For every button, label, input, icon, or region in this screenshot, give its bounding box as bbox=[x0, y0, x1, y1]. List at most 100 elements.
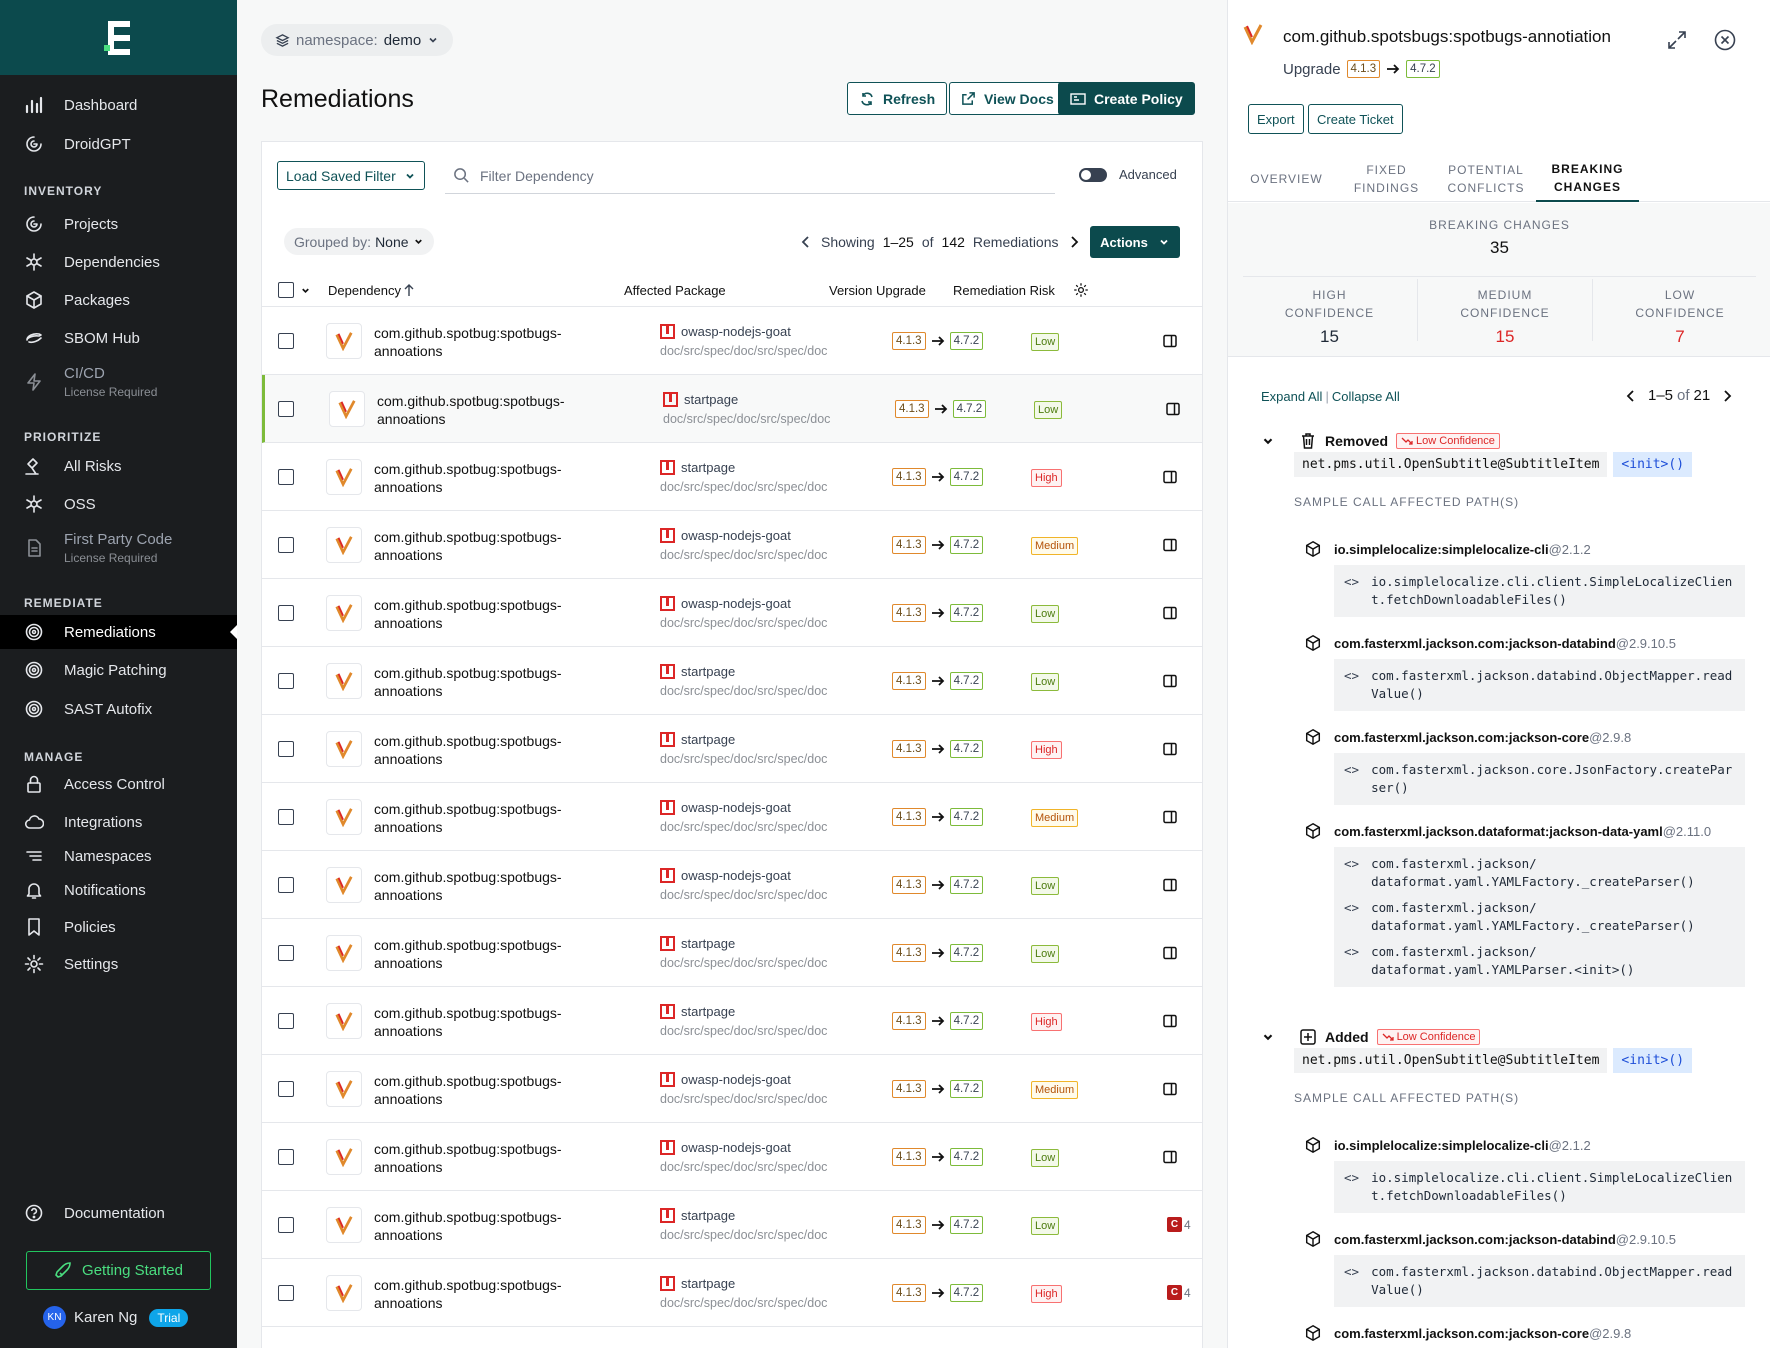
sidebar-item-all-risks[interactable]: All Risks bbox=[0, 449, 237, 483]
added-change-header[interactable]: Added Low Confidence bbox=[1261, 1028, 1481, 1046]
chevron-down-icon[interactable] bbox=[1261, 434, 1275, 448]
affected-package[interactable]: owasp-nodejs-goat bbox=[660, 324, 791, 339]
sidebar-item-access-control[interactable]: Access Control bbox=[0, 767, 237, 801]
refresh-button[interactable]: Refresh bbox=[847, 82, 948, 115]
affected-package[interactable]: startpage bbox=[660, 1004, 735, 1019]
table-row[interactable]: com.github.spotbug:spotbugs-annoations o… bbox=[262, 307, 1202, 375]
sidebar-item-dashboard[interactable]: Dashboard bbox=[0, 88, 237, 122]
affected-package[interactable]: owasp-nodejs-goat bbox=[660, 800, 791, 815]
sidebar-item-sbom-hub[interactable]: SBOM Hub bbox=[0, 321, 237, 355]
affected-library[interactable]: com.fasterxml.jackson.com:jackson-core@2… bbox=[1304, 728, 1631, 746]
open-panel-icon[interactable] bbox=[1162, 673, 1178, 689]
dependency-name[interactable]: com.github.spotbug:spotbugs-annoations bbox=[374, 324, 604, 360]
table-row[interactable]: com.github.spotbug:spotbugs-annoations o… bbox=[262, 1055, 1202, 1123]
tab-potential[interactable]: POTENTIAL CONFLICTS bbox=[1436, 156, 1536, 202]
row-checkbox[interactable] bbox=[278, 605, 294, 621]
row-checkbox[interactable] bbox=[278, 401, 294, 417]
dependency-name[interactable]: com.github.spotbug:spotbugs-annoations bbox=[374, 868, 604, 904]
sort-up-icon[interactable] bbox=[403, 283, 415, 297]
gear-icon[interactable] bbox=[1073, 282, 1089, 298]
sidebar-item-packages[interactable]: Packages bbox=[0, 283, 237, 317]
dependency-name[interactable]: com.github.spotbug:spotbugs-annoations bbox=[374, 460, 604, 496]
sidebar-item-policies[interactable]: Policies bbox=[0, 910, 237, 944]
affected-package[interactable]: owasp-nodejs-goat bbox=[660, 868, 791, 883]
load-saved-filter-dropdown[interactable]: Load Saved Filter bbox=[277, 161, 425, 190]
table-row[interactable]: com.github.spotbug:spotbugs-annoations s… bbox=[262, 715, 1202, 783]
open-panel-icon[interactable] bbox=[1162, 741, 1178, 757]
chevron-down-icon[interactable] bbox=[300, 285, 311, 296]
sidebar-item-first-party-code[interactable]: First Party Code License Required bbox=[0, 526, 237, 570]
affected-package[interactable]: startpage bbox=[663, 392, 738, 407]
expand-icon[interactable] bbox=[1666, 29, 1688, 51]
table-row[interactable]: com.github.spotbug:spotbugs-annoations o… bbox=[262, 1123, 1202, 1191]
open-panel-icon[interactable] bbox=[1162, 1081, 1178, 1097]
affected-package[interactable]: startpage bbox=[660, 664, 735, 679]
dependency-name[interactable]: com.github.spotbug:spotbugs-annoations bbox=[374, 936, 604, 972]
documentation-link[interactable]: Documentation bbox=[0, 1200, 237, 1226]
dependency-name[interactable]: com.github.spotbug:spotbugs-annoations bbox=[374, 800, 604, 836]
dependency-name[interactable]: com.github.spotbug:spotbugs-annoations bbox=[374, 596, 604, 632]
sidebar-item-projects[interactable]: Projects bbox=[0, 207, 237, 241]
advanced-switch[interactable] bbox=[1079, 167, 1107, 182]
affected-library[interactable]: io.simplelocalize:simplelocalize-cli@2.1… bbox=[1304, 1136, 1591, 1154]
chevron-right-icon[interactable] bbox=[1067, 235, 1081, 249]
affected-package[interactable]: owasp-nodejs-goat bbox=[660, 1140, 791, 1155]
table-row[interactable]: com.github.spotbug:spotbugs-annoations s… bbox=[262, 1259, 1202, 1327]
sidebar-item-namespaces[interactable]: Namespaces bbox=[0, 839, 237, 873]
dependency-name[interactable]: com.github.spotbug:spotbugs-annoations bbox=[374, 1140, 604, 1176]
dependency-name[interactable]: com.github.spotbug:spotbugs-annoations bbox=[377, 392, 607, 428]
row-checkbox[interactable] bbox=[278, 673, 294, 689]
sidebar-item-sast-autofix[interactable]: SAST Autofix bbox=[0, 692, 237, 726]
table-row[interactable]: com.github.spotbug:spotbugs-annoations o… bbox=[262, 511, 1202, 579]
affected-package[interactable]: startpage bbox=[660, 1208, 735, 1223]
sidebar-item-droidgpt[interactable]: DroidGPT bbox=[0, 127, 237, 161]
tab-fixed[interactable]: FIXED FINDINGS bbox=[1337, 156, 1436, 202]
table-row[interactable]: com.github.spotbug:spotbugs-annoations s… bbox=[262, 443, 1202, 511]
open-panel-icon[interactable] bbox=[1162, 945, 1178, 961]
affected-package[interactable]: owasp-nodejs-goat bbox=[660, 528, 791, 543]
export-button[interactable]: Export bbox=[1248, 104, 1304, 134]
grouped-by-dropdown[interactable]: Grouped by: None bbox=[284, 228, 434, 255]
table-row[interactable]: com.github.spotbug:spotbugs-annoations s… bbox=[262, 1191, 1202, 1259]
table-row[interactable]: com.github.spotbug:spotbugs-annoations s… bbox=[262, 647, 1202, 715]
sidebar-item-settings[interactable]: Settings bbox=[0, 947, 237, 981]
collapse-all-link[interactable]: Collapse All bbox=[1332, 389, 1400, 404]
removed-change-header[interactable]: Removed Low Confidence bbox=[1261, 432, 1500, 450]
dependency-name[interactable]: com.github.spotbug:spotbugs-annoations bbox=[374, 1072, 604, 1108]
row-checkbox[interactable] bbox=[278, 741, 294, 757]
open-panel-icon[interactable] bbox=[1162, 469, 1178, 485]
row-checkbox[interactable] bbox=[278, 945, 294, 961]
chevron-left-icon[interactable] bbox=[799, 235, 813, 249]
user-menu[interactable]: KN Karen Ng Trial bbox=[43, 1306, 189, 1329]
dependency-name[interactable]: com.github.spotbug:spotbugs-annoations bbox=[374, 528, 604, 564]
expand-all-link[interactable]: Expand All bbox=[1261, 389, 1322, 404]
chevron-left-icon[interactable] bbox=[1624, 389, 1638, 403]
dependency-name[interactable]: com.github.spotbug:spotbugs-annoations bbox=[374, 1004, 604, 1040]
chevron-down-icon[interactable] bbox=[1261, 1030, 1275, 1044]
affected-library[interactable]: com.fasterxml.jackson.com:jackson-databi… bbox=[1304, 634, 1676, 652]
sidebar-item-ci-cd[interactable]: CI/CD License Required bbox=[0, 360, 237, 404]
affected-library[interactable]: com.fasterxml.jackson.com:jackson-databi… bbox=[1304, 1230, 1676, 1248]
row-checkbox[interactable] bbox=[278, 1149, 294, 1165]
open-panel-icon[interactable] bbox=[1165, 401, 1181, 417]
sidebar-item-dependencies[interactable]: Dependencies bbox=[0, 245, 237, 279]
close-icon[interactable] bbox=[1714, 29, 1736, 51]
sidebar-item-oss[interactable]: OSS bbox=[0, 487, 237, 521]
chevron-right-icon[interactable] bbox=[1720, 389, 1734, 403]
affected-library[interactable]: com.fasterxml.jackson.com:jackson-core@2… bbox=[1304, 1324, 1631, 1342]
affected-package[interactable]: owasp-nodejs-goat bbox=[660, 1072, 791, 1087]
open-panel-icon[interactable] bbox=[1162, 1013, 1178, 1029]
table-row[interactable]: com.github.spotbug:spotbugs-annoations o… bbox=[262, 851, 1202, 919]
filter-dependency-input[interactable]: Filter Dependency bbox=[445, 158, 1055, 194]
affected-package[interactable]: owasp-nodejs-goat bbox=[660, 596, 791, 611]
affected-package[interactable]: startpage bbox=[660, 936, 735, 951]
table-row[interactable]: com.github.spotbug:spotbugs-annoations o… bbox=[262, 579, 1202, 647]
row-checkbox[interactable] bbox=[278, 333, 294, 349]
select-all-checkbox[interactable] bbox=[278, 282, 294, 298]
dependency-name[interactable]: com.github.spotbug:spotbugs-annoations bbox=[374, 732, 604, 768]
row-checkbox[interactable] bbox=[278, 1217, 294, 1233]
create-ticket-button[interactable]: Create Ticket bbox=[1308, 104, 1403, 134]
logo[interactable] bbox=[0, 0, 237, 75]
table-row[interactable]: com.github.spotbug:spotbugs-annoations o… bbox=[262, 783, 1202, 851]
row-checkbox[interactable] bbox=[278, 809, 294, 825]
